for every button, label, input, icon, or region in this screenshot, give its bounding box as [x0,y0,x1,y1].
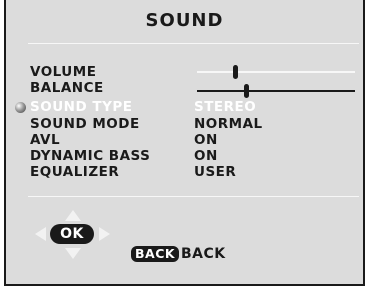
menu-row-label: SOUND MODE [30,116,140,132]
menu-row-balance[interactable]: BALANCE [6,80,363,98]
menu-row-value: STEREO [194,99,257,115]
menu-row-label: SOUND TYPE [30,99,133,115]
menu-row-label: DYNAMIC BASS [30,148,151,164]
menu-row-value: ON [194,132,218,148]
navigation-pad: OK [35,210,111,260]
menu-row-value: NORMAL [194,116,263,132]
arrow-right-icon [99,227,110,241]
back-hint-label: BACK [181,246,226,262]
bottom-divider [28,196,359,197]
ok-button[interactable]: OK [50,224,94,244]
arrow-down-icon [65,248,81,259]
volume-slider[interactable] [197,65,355,79]
menu-row-label: AVL [30,132,61,148]
menu-row-dynamic-bass[interactable]: DYNAMIC BASS ON [6,149,363,163]
menu-row-value: ON [194,148,218,164]
menu-row-label: BALANCE [30,80,104,96]
menu-row-avl[interactable]: AVL ON [6,133,363,147]
selection-ball-icon [15,102,26,113]
menu-row-volume[interactable]: VOLUME [6,65,363,79]
menu-title: SOUND [145,10,224,31]
slider-track [197,90,355,92]
top-divider [28,43,359,44]
arrow-up-icon [65,210,81,221]
slider-track [197,71,355,73]
menu-row-label: EQUALIZER [30,164,120,180]
menu-row-equalizer[interactable]: EQUALIZER USER [6,165,363,179]
back-button[interactable]: BACK [131,246,180,262]
menu-row-value: USER [194,164,237,180]
slider-knob[interactable] [232,65,238,79]
menu-row-sound-mode[interactable]: SOUND MODE NORMAL [6,117,363,131]
arrow-left-icon [35,227,46,241]
sound-menu-screen: SOUND VOLUME BALANCE SOUND TYPE STEREO S… [4,0,365,286]
menu-row-label: VOLUME [30,64,97,80]
menu-row-sound-type[interactable]: SOUND TYPE STEREO [6,100,363,114]
balance-slider[interactable] [197,84,355,98]
slider-knob[interactable] [243,84,249,98]
